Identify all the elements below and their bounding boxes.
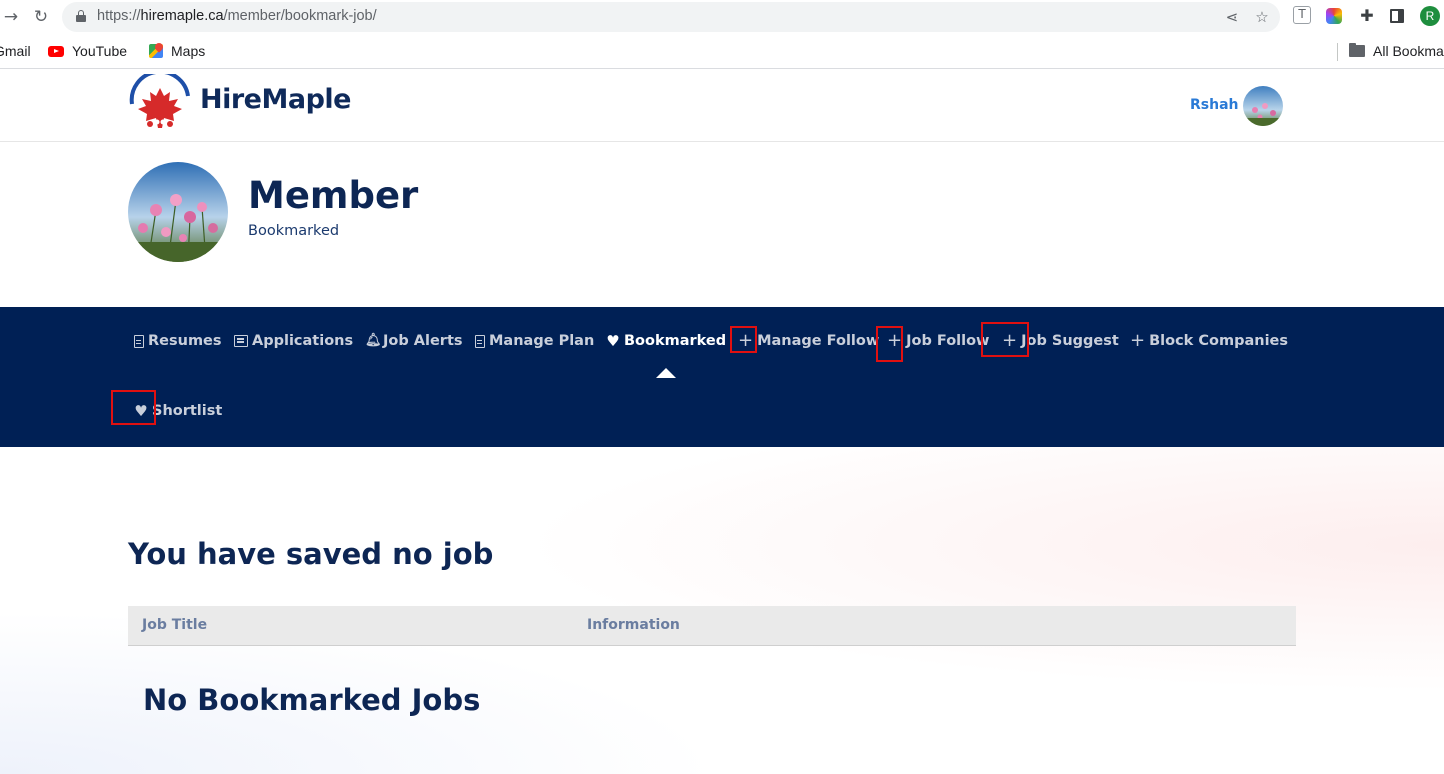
member-avatar [128, 162, 228, 262]
bookmark-youtube[interactable]: YouTube [48, 43, 127, 59]
nav-item-job-alerts[interactable]: 🔔︎ Job Alerts [365, 333, 463, 349]
lock-icon [76, 10, 86, 22]
bell-icon: 🔔︎ [365, 333, 382, 348]
file-icon [475, 334, 485, 348]
puzzle-icon[interactable]: ✚ [1357, 6, 1377, 26]
highlight-box-manage-follow [730, 326, 757, 353]
youtube-icon [48, 45, 64, 57]
bookmarks-divider [1337, 43, 1338, 61]
all-bookmarks[interactable]: All Bookmarks [1349, 43, 1444, 59]
plus-icon: + [1130, 330, 1146, 351]
side-panel-icon[interactable] [1390, 9, 1404, 23]
empty-state-message: No Bookmarked Jobs [143, 683, 481, 717]
nav-item-manage-follow[interactable]: + Manage Follow [738, 332, 879, 350]
brand-name[interactable]: HireMaple [200, 84, 351, 115]
bookmarks-bar: Gmail YouTube Maps All Bookmarks [0, 34, 1444, 69]
forward-arrow-icon[interactable]: → [0, 6, 22, 28]
profile-avatar[interactable]: R [1420, 6, 1440, 26]
highlight-box-job-follow [876, 326, 903, 362]
url-text: https://hiremaple.ca/member/bookmark-job… [97, 8, 377, 24]
share-icon[interactable]: ⋖ [1221, 6, 1243, 28]
nav-item-resumes[interactable]: Resumes [134, 333, 222, 349]
address-bar[interactable]: https://hiremaple.ca/member/bookmark-job… [62, 2, 1280, 32]
nav-item-bookmarked[interactable]: ♥ Bookmarked [606, 333, 726, 349]
column-header-job-title: Job Title [142, 617, 208, 633]
star-icon[interactable]: ☆ [1251, 6, 1273, 28]
table-header: Job Title Information [128, 606, 1296, 646]
hiremaple-logo-icon[interactable] [128, 74, 192, 132]
list-icon [234, 335, 248, 347]
user-name[interactable]: Rshah [1190, 97, 1239, 113]
active-tab-caret [656, 368, 676, 378]
section-heading: You have saved no job [128, 537, 494, 571]
bookmark-gmail[interactable]: Gmail [0, 43, 31, 59]
column-header-information: Information [587, 617, 680, 633]
nav-item-manage-plan[interactable]: Manage Plan [475, 333, 594, 349]
bookmark-maps[interactable]: Maps [149, 41, 205, 59]
folder-icon [1349, 43, 1365, 57]
reload-icon[interactable]: ↻ [30, 6, 52, 28]
maps-icon [149, 41, 165, 58]
heart-icon: ♥ [606, 332, 620, 350]
highlight-box-shortlist [111, 390, 156, 425]
file-icon [134, 334, 144, 348]
browser-toolbar: → ↻ https://hiremaple.ca/member/bookmark… [0, 0, 1444, 34]
color-extension-icon[interactable] [1326, 8, 1342, 24]
highlight-box-job-suggest [981, 322, 1029, 357]
nav-item-applications[interactable]: Applications [234, 333, 353, 349]
site-header: HireMaple Rshah [0, 70, 1444, 142]
member-nav: Resumes Applications 🔔︎ Job Alerts Manage… [0, 307, 1444, 447]
text-extension-icon[interactable]: T [1293, 6, 1311, 24]
nav-item-block-companies[interactable]: + Block Companies [1130, 330, 1288, 351]
page-subtitle: Bookmarked [248, 223, 340, 239]
page-title: Member [248, 174, 419, 217]
user-avatar[interactable] [1243, 86, 1283, 126]
